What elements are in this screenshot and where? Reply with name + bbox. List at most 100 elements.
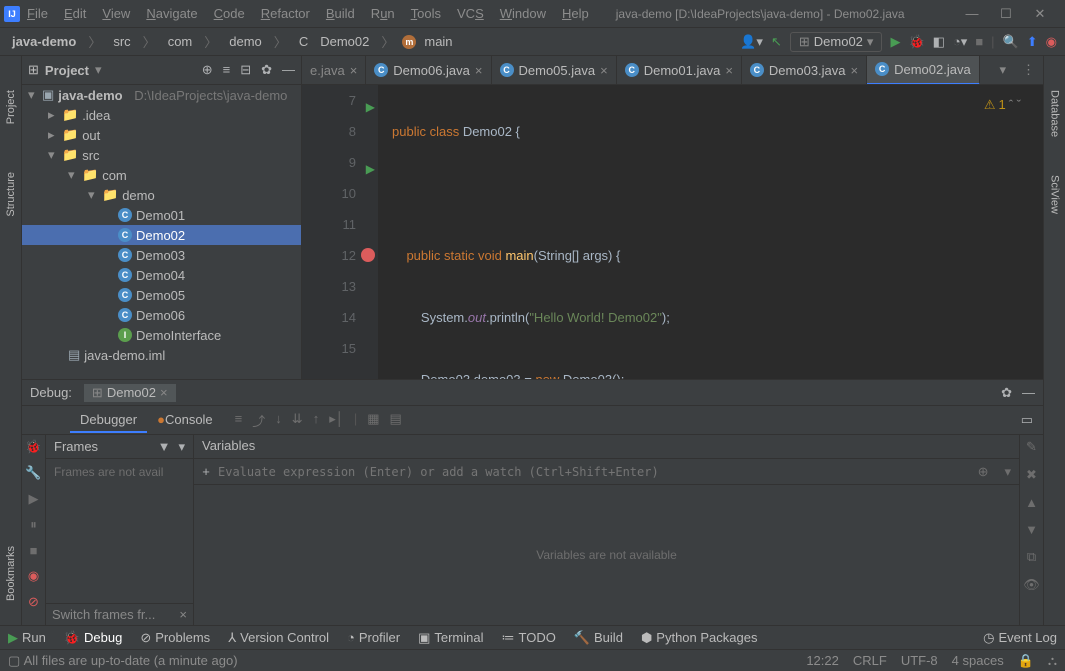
tab-demo06[interactable]: CDemo06.java× bbox=[366, 56, 491, 85]
stop-button[interactable]: ■ bbox=[975, 34, 983, 49]
lock-icon[interactable]: 🔒 bbox=[1018, 653, 1034, 669]
bottom-eventlog[interactable]: ◷Event Log bbox=[983, 630, 1057, 646]
debug-hide-icon[interactable]: — bbox=[1022, 385, 1035, 400]
tree-demo05[interactable]: CDemo05 bbox=[22, 285, 301, 305]
maximize-button[interactable]: ☐ bbox=[993, 6, 1019, 22]
modify-icon[interactable]: 🔧 bbox=[25, 465, 41, 481]
tree-demo[interactable]: ▾📁demo bbox=[22, 185, 301, 205]
menu-code[interactable]: Code bbox=[207, 4, 252, 23]
minimize-button[interactable]: — bbox=[959, 6, 985, 22]
bottom-vcs[interactable]: ⅄Version Control bbox=[228, 630, 329, 646]
run-config-selector[interactable]: ⊞Demo02▾ bbox=[790, 32, 883, 52]
menu-view[interactable]: View bbox=[95, 4, 137, 23]
tab-demo01[interactable]: CDemo01.java× bbox=[617, 56, 742, 85]
bottom-todo[interactable]: ≔TODO bbox=[502, 630, 556, 646]
coverage-icon[interactable]: ◧ bbox=[933, 34, 945, 50]
add-user-icon[interactable]: 👤▾ bbox=[740, 34, 763, 50]
close-button[interactable]: ✕ bbox=[1027, 6, 1053, 22]
tree-src[interactable]: ▾📁src bbox=[22, 145, 301, 165]
run-button[interactable]: ▶ bbox=[890, 34, 900, 50]
tab-database[interactable]: Database bbox=[1047, 86, 1063, 141]
search-icon[interactable]: 🔍 bbox=[1003, 34, 1019, 50]
run-gutter-icon[interactable]: ▶ bbox=[366, 92, 375, 123]
status-icon[interactable]: ▢ bbox=[8, 653, 20, 669]
mute-bp-icon[interactable]: ⊘ bbox=[28, 594, 39, 610]
tree-root[interactable]: ▾▣java-demo D:\IdeaProjects\java-demo bbox=[22, 85, 301, 105]
trace-icon[interactable]: ▤ bbox=[390, 411, 402, 430]
status-time[interactable]: 12:22 bbox=[806, 653, 839, 669]
select-opened-icon[interactable]: ⊕ bbox=[202, 62, 213, 78]
watch-dropdown-icon[interactable]: ▾ bbox=[996, 464, 1019, 480]
menu-vcs[interactable]: VCS bbox=[450, 4, 491, 23]
step-into-icon[interactable]: ↓ bbox=[275, 411, 282, 430]
tabs-dropdown-icon[interactable]: ▾ bbox=[991, 62, 1014, 78]
debug-config-tab[interactable]: ⊞Demo02× bbox=[84, 384, 176, 402]
tree-com[interactable]: ▾📁com bbox=[22, 165, 301, 185]
menu-build[interactable]: Build bbox=[319, 4, 362, 23]
crumb-src[interactable]: src bbox=[109, 33, 134, 50]
layout-icon[interactable]: ▭ bbox=[1021, 412, 1043, 428]
settings-icon[interactable]: ✿ bbox=[261, 62, 272, 78]
tab-demo02[interactable]: CDemo02.java bbox=[867, 56, 980, 85]
menu-window[interactable]: Window bbox=[493, 4, 553, 23]
tab-sciview[interactable]: SciView bbox=[1047, 171, 1063, 218]
menu-run[interactable]: Run bbox=[364, 4, 402, 23]
tab-structure[interactable]: Structure bbox=[3, 168, 19, 221]
tree-demo06[interactable]: CDemo06 bbox=[22, 305, 301, 325]
bottom-problems[interactable]: ⊘Problems bbox=[140, 630, 210, 646]
menu-refactor[interactable]: Refactor bbox=[254, 4, 317, 23]
run-to-cursor-icon[interactable]: ▸│ bbox=[329, 411, 344, 430]
profiler-icon[interactable]: ◔▾ bbox=[953, 34, 967, 50]
evaluate-icon[interactable]: ▦ bbox=[367, 411, 379, 430]
step-out-icon[interactable]: ↑ bbox=[313, 411, 320, 430]
tree-out[interactable]: ▸📁out bbox=[22, 125, 301, 145]
bottom-terminal[interactable]: ▣Terminal bbox=[418, 630, 483, 646]
menu-tools[interactable]: Tools bbox=[404, 4, 448, 23]
dropdown-icon[interactable]: ▾ bbox=[95, 62, 102, 78]
resume-icon[interactable]: ▶ bbox=[29, 491, 39, 507]
hide-icon[interactable]: — bbox=[282, 62, 295, 78]
tab-demo05[interactable]: CDemo05.java× bbox=[492, 56, 617, 85]
evaluate-input[interactable] bbox=[218, 465, 970, 479]
copy-icon[interactable]: ⧉ bbox=[1027, 549, 1036, 565]
watch-add-icon[interactable]: ⊕ bbox=[970, 464, 997, 480]
up-icon[interactable]: ▲ bbox=[1025, 495, 1038, 510]
debug-settings-icon[interactable]: ✿ bbox=[1001, 385, 1012, 401]
show-icon[interactable]: 👁 bbox=[1023, 577, 1040, 593]
add-watch-icon[interactable]: + bbox=[194, 464, 218, 479]
tab-project[interactable]: Project bbox=[3, 86, 19, 128]
run-gutter-icon[interactable]: ▶ bbox=[366, 154, 375, 185]
status-line-ending[interactable]: CRLF bbox=[853, 653, 887, 669]
bottom-profiler[interactable]: ◔Profiler bbox=[347, 630, 400, 645]
filter-icon[interactable]: ▼ bbox=[158, 439, 171, 455]
tree-demo04[interactable]: CDemo04 bbox=[22, 265, 301, 285]
breakpoint-icon[interactable] bbox=[361, 248, 375, 262]
force-step-icon[interactable]: ⇊ bbox=[292, 411, 303, 430]
inspection-widget[interactable]: ⚠1ˆ ˇ bbox=[984, 89, 1021, 120]
bottom-run[interactable]: ▶Run bbox=[8, 630, 46, 646]
down-icon[interactable]: ▼ bbox=[1025, 522, 1038, 537]
tab-demo03[interactable]: CDemo03.java× bbox=[742, 56, 867, 85]
rerun-icon[interactable]: 🐞 bbox=[25, 439, 41, 455]
breakpoints-icon[interactable]: ◉ bbox=[28, 568, 39, 584]
menu-navigate[interactable]: Navigate bbox=[139, 4, 204, 23]
code-editor[interactable]: 7▶ 8 9▶ 10 11 12 13 14 15 public class D… bbox=[302, 85, 1043, 379]
pause-icon[interactable]: ⏸ bbox=[30, 517, 37, 533]
new-watch-icon[interactable]: ✎ bbox=[1026, 439, 1037, 455]
console-tab[interactable]: ●Console bbox=[147, 408, 223, 433]
status-indent[interactable]: 4 spaces bbox=[952, 653, 1004, 669]
expand-all-icon[interactable]: ≡ bbox=[223, 62, 231, 78]
memory-icon[interactable]: ⛬ bbox=[1048, 653, 1057, 669]
bottom-build[interactable]: 🔨Build bbox=[574, 630, 623, 646]
crumb-class[interactable]: Demo02 bbox=[316, 33, 373, 50]
status-encoding[interactable]: UTF-8 bbox=[901, 653, 938, 669]
tree-demo02[interactable]: CDemo02 bbox=[22, 225, 301, 245]
tree-interface[interactable]: IDemoInterface bbox=[22, 325, 301, 345]
tree-demo01[interactable]: CDemo01 bbox=[22, 205, 301, 225]
crumb-project[interactable]: java-demo bbox=[8, 33, 80, 50]
tree-idea[interactable]: ▸📁.idea bbox=[22, 105, 301, 125]
menu-help[interactable]: Help bbox=[555, 4, 596, 23]
sync-icon[interactable]: ⬆ bbox=[1027, 34, 1038, 50]
tabs-more-icon[interactable]: ⋮ bbox=[1014, 62, 1043, 78]
menu-edit[interactable]: Edit bbox=[57, 4, 93, 23]
